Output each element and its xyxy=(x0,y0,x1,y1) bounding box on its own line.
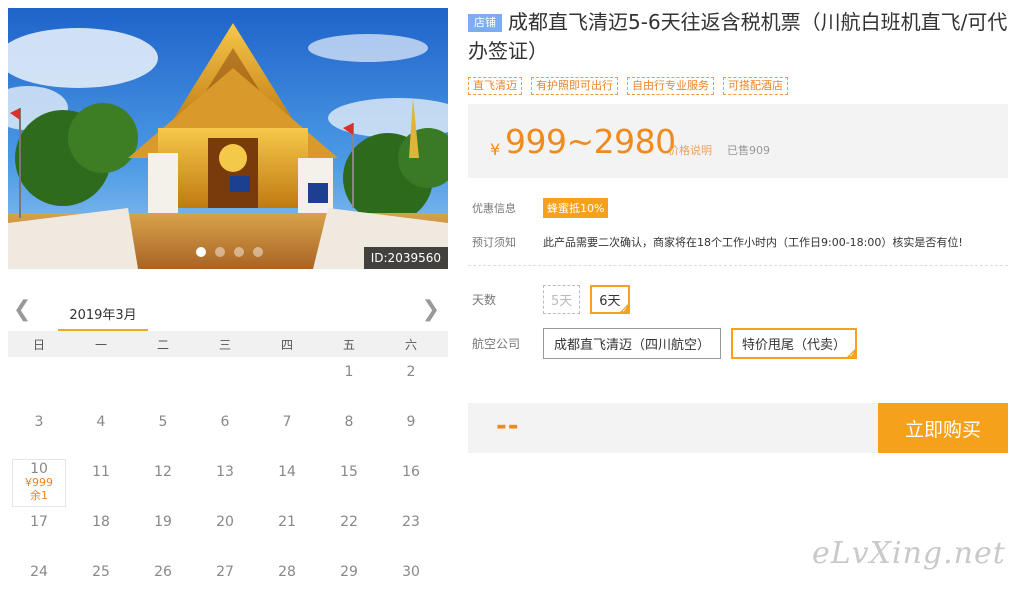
calendar-day: 11 xyxy=(92,464,110,480)
calendar-month-tab[interactable]: 2019年3月 xyxy=(58,304,148,331)
price-currency: ¥ xyxy=(490,140,501,159)
calendar-day: 15 xyxy=(340,464,358,480)
date-calendar: ❮ 2019年3月 ❯ 日 一 二 三 四 五 六 1 2 3 4 5 6 7 8 9 10 ¥99… xyxy=(8,297,448,590)
carousel-dots xyxy=(196,247,263,257)
carousel-dot[interactable] xyxy=(253,247,263,257)
carousel-dot[interactable] xyxy=(215,247,225,257)
image-id-label: ID:2039560 xyxy=(363,247,448,269)
calendar-day: 22 xyxy=(340,514,358,530)
weekday-label: 二 xyxy=(156,337,169,352)
calendar-day xyxy=(256,357,318,407)
chevron-right-icon[interactable]: ❯ xyxy=(422,299,440,321)
promo-row: 优惠信息 蜂蜜抵10% xyxy=(468,197,1008,219)
chevron-left-icon[interactable]: ❮ xyxy=(13,299,31,321)
days-option-5: 5天 xyxy=(543,285,581,314)
calendar-day: 8 xyxy=(344,414,354,430)
calendar-day xyxy=(132,357,194,407)
calendar-day: 5 xyxy=(158,414,168,430)
divider xyxy=(468,265,1008,266)
feature-tags: 直飞清迈 有护照即可出行 自由行专业服务 可搭配酒店 xyxy=(468,77,1008,95)
check-icon: ✓ xyxy=(621,306,628,314)
feature-tag: 直飞清迈 xyxy=(468,77,522,95)
calendar-day xyxy=(8,357,70,407)
calendar-day: 12 xyxy=(154,464,172,480)
booking-notice-label: 预订须知 xyxy=(472,236,516,249)
purchase-bar: -- 立即购买 xyxy=(468,403,1008,453)
calendar-day: 14 xyxy=(278,464,296,480)
calendar-day: 13 xyxy=(216,464,234,480)
price-box: ¥ 999~2980 价格说明 已售909 xyxy=(468,104,1008,178)
product-photo[interactable]: ID:2039560 xyxy=(8,8,448,269)
carousel-dot[interactable] xyxy=(196,247,206,257)
weekday-label: 五 xyxy=(342,337,355,352)
days-label: 天数 xyxy=(472,293,497,307)
calendar-day: 7 xyxy=(282,414,292,430)
product-title: 店铺 成都直飞清迈5-6天往返含税机票（川航白班机直飞/可代办签证） xyxy=(468,8,1008,66)
calendar-day: 30 xyxy=(402,564,420,580)
day-number: 10 xyxy=(30,461,48,477)
weekday-label: 日 xyxy=(32,337,45,352)
calendar-day: 9 xyxy=(406,414,416,430)
price-range: 999~2980 xyxy=(505,122,676,161)
airline-option-sichuan[interactable]: 成都直飞清迈（四川航空） xyxy=(543,328,722,359)
temple-photo xyxy=(8,8,448,269)
promo-label: 优惠信息 xyxy=(472,202,516,215)
product-details: 店铺 成都直飞清迈5-6天往返含税机票（川航白班机直飞/可代办签证） 直飞清迈 有… xyxy=(468,8,1008,373)
calendar-day-available[interactable]: 10 ¥999 余1 xyxy=(12,459,66,507)
days-option-row: 天数 5天 6天 ✓ xyxy=(468,285,1008,314)
feature-tag: 有护照即可出行 xyxy=(531,77,618,95)
total-price: -- xyxy=(496,411,520,441)
day-remaining: 余1 xyxy=(30,489,48,502)
calendar-day: 17 xyxy=(30,514,48,530)
price-explanation-link[interactable]: 价格说明 xyxy=(668,142,712,158)
product-info: 优惠信息 蜂蜜抵10% 预订须知 此产品需要二次确认，商家将在18个工作小时内（… xyxy=(468,197,1008,253)
calendar-nav: ❮ 2019年3月 ❯ xyxy=(8,297,448,331)
weekday-label: 三 xyxy=(218,337,231,352)
calendar-day: 29 xyxy=(340,564,358,580)
calendar-day: 2 xyxy=(406,364,416,380)
carousel-dot[interactable] xyxy=(234,247,244,257)
days-option-label: 6天 xyxy=(599,294,621,309)
calendar-day: 25 xyxy=(92,564,110,580)
calendar-day: 28 xyxy=(278,564,296,580)
promo-badge: 蜂蜜抵10% xyxy=(543,198,609,218)
product-options: 天数 5天 6天 ✓ 航空公司 成都直飞清迈（四川航空） 特价甩尾（代卖） ✓ xyxy=(468,285,1008,359)
calendar-day xyxy=(194,357,256,407)
calendar-day: 4 xyxy=(96,414,106,430)
calendar-day: 26 xyxy=(154,564,172,580)
product-title-text: 成都直飞清迈5-6天往返含税机票（川航白班机直飞/可代办签证） xyxy=(468,10,1008,63)
check-icon: ✓ xyxy=(849,351,856,359)
calendar-day: 3 xyxy=(34,414,44,430)
calendar-day xyxy=(70,357,132,407)
calendar-day: 27 xyxy=(216,564,234,580)
buy-now-button[interactable]: 立即购买 xyxy=(878,403,1008,453)
airline-label: 航空公司 xyxy=(472,337,521,351)
calendar-day: 19 xyxy=(154,514,172,530)
watermark: eLvXing.net xyxy=(812,536,1006,571)
airline-option-special[interactable]: 特价甩尾（代卖） ✓ xyxy=(731,328,858,359)
weekday-label: 一 xyxy=(94,337,107,352)
airline-option-row: 航空公司 成都直飞清迈（四川航空） 特价甩尾（代卖） ✓ xyxy=(468,328,1008,359)
day-price: ¥999 xyxy=(25,476,53,489)
weekday-label: 四 xyxy=(280,337,293,352)
booking-notice-row: 预订须知 此产品需要二次确认，商家将在18个工作小时内（工作日9:00-18:0… xyxy=(468,231,1008,253)
sold-count: 已售909 xyxy=(727,144,770,157)
calendar-day: 6 xyxy=(220,414,230,430)
calendar-day: 24 xyxy=(30,564,48,580)
calendar-days-grid: 1 2 3 4 5 6 7 8 9 10 ¥999 余1 11 12 13 14 15 16 17 18 19 20 21 2… xyxy=(8,357,448,590)
calendar-day: 18 xyxy=(92,514,110,530)
calendar-day: 1 xyxy=(344,364,354,380)
weekday-label: 六 xyxy=(404,337,417,352)
feature-tag: 可搭配酒店 xyxy=(723,77,788,95)
calendar-day: 20 xyxy=(216,514,234,530)
store-badge[interactable]: 店铺 xyxy=(468,14,502,32)
airline-option-label: 特价甩尾（代卖） xyxy=(742,338,847,353)
days-option-6[interactable]: 6天 ✓ xyxy=(590,285,630,314)
feature-tag: 自由行专业服务 xyxy=(627,77,714,95)
booking-notice-text: 此产品需要二次确认，商家将在18个工作小时内（工作日9:00-18:00）核实是… xyxy=(543,236,963,249)
calendar-day: 23 xyxy=(402,514,420,530)
calendar-day: 16 xyxy=(402,464,420,480)
calendar-weekday-header: 日 一 二 三 四 五 六 xyxy=(8,331,448,357)
calendar-day: 21 xyxy=(278,514,296,530)
